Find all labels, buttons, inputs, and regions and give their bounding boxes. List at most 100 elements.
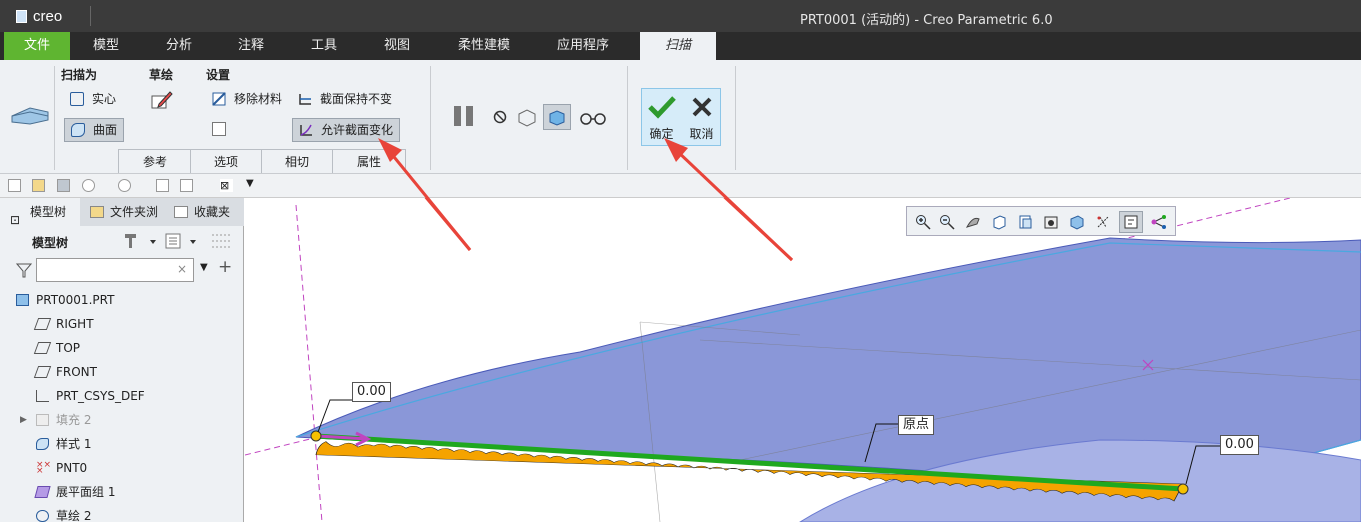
menu-view[interactable]: 视图 (364, 32, 430, 60)
close-window-icon[interactable]: ⊠ (220, 179, 233, 192)
menu-applications[interactable]: 应用程序 (540, 32, 626, 60)
settings-label: 设置 (206, 68, 231, 82)
dimension-end[interactable]: 0.00 (1220, 435, 1259, 455)
datum-display-icon[interactable] (1095, 214, 1111, 230)
tab-favorites[interactable]: 收藏夹 (164, 198, 244, 226)
annotation-arrow-ribbon (424, 198, 472, 251)
tree-item-front[interactable]: FRONT (0, 360, 240, 384)
redo-icon[interactable] (118, 179, 131, 192)
surface-button[interactable]: 曲面 (64, 118, 125, 142)
spin-center-icon[interactable] (1151, 214, 1167, 230)
quick-access-toolbar: ⊠ ▼ (0, 174, 1361, 198)
save-icon[interactable] (57, 179, 70, 192)
thicken-toggle[interactable] (206, 118, 234, 142)
menu-sweep[interactable]: 扫描 (640, 32, 716, 60)
show-icon[interactable] (164, 232, 200, 250)
flatten-quilt-icon (34, 486, 51, 498)
tree-item-csys[interactable]: PRT_CSYS_DEF (0, 384, 240, 408)
dimension-start[interactable]: 0.00 (352, 382, 391, 402)
menu-flexible-modeling[interactable]: 柔性建模 (444, 32, 524, 60)
ok-cancel-group: 确定 取消 (641, 88, 721, 146)
tab-model-tree[interactable]: ⊡ 模型树 (0, 198, 80, 227)
annotation-display-toggle[interactable] (1119, 211, 1143, 233)
tree-item-point[interactable]: ×× × PNT0 (0, 456, 240, 480)
pause-icon[interactable] (452, 104, 476, 128)
remove-material-icon (212, 92, 226, 106)
view-toolbar (906, 206, 1176, 236)
solid-button[interactable]: 实心 (64, 88, 122, 112)
start-point-handle[interactable] (310, 430, 322, 442)
filter-icon[interactable] (16, 262, 32, 278)
tree-item-sketch[interactable]: 草绘 2 (0, 504, 240, 522)
sketch-pencil-icon[interactable] (151, 90, 173, 110)
reorient-icon[interactable] (991, 214, 1007, 230)
open-icon[interactable] (32, 179, 45, 192)
section-constant-button[interactable]: 截面保持不变 (292, 88, 398, 112)
sweep-as-label: 扫描为 (61, 68, 98, 82)
zoom-in-icon[interactable] (915, 214, 931, 230)
creo-logo: creo (16, 8, 62, 25)
customize-toolbar-icon[interactable]: ▼ (246, 178, 254, 189)
undo-icon[interactable] (82, 179, 95, 192)
tab-tangency[interactable]: 相切 (261, 149, 333, 173)
graphics-area[interactable] (245, 198, 1361, 522)
menu-analysis[interactable]: 分析 (146, 32, 212, 60)
sketch-icon (36, 510, 49, 522)
tree-item-fill[interactable]: ▶ 填充 2 (0, 408, 240, 432)
favorites-icon (174, 206, 188, 218)
tab-references[interactable]: 参考 (118, 149, 192, 173)
refit-icon[interactable] (965, 214, 981, 230)
tree-search-input[interactable]: × (36, 258, 194, 282)
navigator-tabs: ⊡ 模型树 文件夹浏 收藏夹 (0, 198, 244, 227)
part-icon (16, 294, 29, 306)
new-icon[interactable] (8, 179, 21, 192)
search-dropdown-icon[interactable]: ▼ (200, 262, 208, 273)
menu-tools[interactable]: 工具 (291, 32, 357, 60)
tab-properties[interactable]: 属性 (332, 149, 406, 173)
saved-orientations-icon[interactable] (1017, 214, 1033, 230)
remove-material-button[interactable]: 移除材料 (206, 88, 288, 112)
fill-icon (36, 414, 49, 426)
regenerate-icon[interactable] (156, 179, 169, 192)
display-style-icon[interactable] (1069, 214, 1085, 230)
surface-icon (71, 123, 85, 137)
solid-icon (70, 92, 84, 106)
cancel-button[interactable]: 取消 (682, 89, 721, 145)
windows-icon[interactable] (180, 179, 193, 192)
datum-plane-icon (33, 318, 52, 330)
no-preview-icon[interactable] (492, 109, 508, 125)
tab-options[interactable]: 选项 (190, 149, 262, 173)
preview-separate-icon[interactable] (516, 106, 538, 128)
tab-folder-browser[interactable]: 文件夹浏 (80, 198, 160, 226)
datum-plane-icon (33, 366, 52, 378)
end-point-handle[interactable] (1177, 483, 1189, 495)
tree-settings-icon[interactable] (122, 232, 158, 250)
ok-button[interactable]: 确定 (642, 89, 681, 145)
tree-columns-icon[interactable] (210, 232, 232, 250)
tree-item-right[interactable]: RIGHT (0, 312, 240, 336)
creo-window: creo PRT0001 (活动的) - Creo Parametric 6.0… (0, 0, 1361, 522)
menu-annotate[interactable]: 注释 (218, 32, 284, 60)
tree-item-part[interactable]: PRT0001.PRT (0, 288, 240, 312)
allow-section-change-button[interactable]: 允许截面变化 (292, 118, 401, 142)
tree-item-style[interactable]: 样式 1 (0, 432, 240, 456)
verify-preview-button[interactable] (543, 104, 571, 130)
left-panel: ⊡ 模型树 文件夹浏 收藏夹 模型树 × ▼ + PRT0001.PRT RIGH… (0, 198, 244, 522)
tree-icon: ⊡ (10, 213, 21, 227)
tree-item-top[interactable]: TOP (0, 336, 240, 360)
style-icon (36, 438, 49, 450)
expand-arrow-icon[interactable]: ▶ (20, 408, 27, 432)
annotation-display-icon (1124, 215, 1138, 229)
add-filter-icon[interactable]: + (218, 257, 232, 277)
repaint-icon[interactable] (1043, 214, 1059, 230)
menu-file[interactable]: 文件 (4, 32, 70, 60)
annotation-arrow-ok (723, 198, 794, 262)
clear-search-icon[interactable]: × (177, 262, 187, 276)
constant-section-icon (299, 94, 311, 105)
tree-item-flatten[interactable]: 展平面组 1 (0, 480, 240, 504)
menu-model[interactable]: 模型 (72, 32, 140, 60)
csys-icon (36, 390, 49, 402)
glasses-icon[interactable] (578, 110, 608, 126)
sketch-label: 草绘 (149, 68, 174, 82)
zoom-out-icon[interactable] (939, 214, 955, 230)
